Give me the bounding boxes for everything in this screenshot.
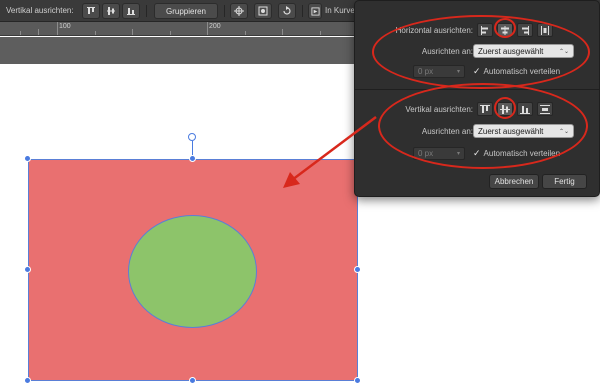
vertical-auto-distribute-checkbox[interactable]: ✓ Automatisch verteilen xyxy=(473,148,560,159)
resize-handle-top[interactable] xyxy=(189,155,196,162)
chevron-down-icon: ▾ xyxy=(456,69,460,75)
toolbar-separator xyxy=(302,5,303,17)
vertical-target-value: Zuerst ausgewählt xyxy=(478,126,544,136)
horizontal-spacing-value: 0 px xyxy=(418,67,434,76)
align-right-button[interactable] xyxy=(517,23,533,37)
group-button[interactable]: Gruppieren xyxy=(154,3,218,19)
vertical-align-label: Vertikal ausrichten: xyxy=(6,6,74,15)
vertical-target-label: Ausrichten an: xyxy=(421,127,473,136)
distribute-horizontal-icon xyxy=(541,25,549,35)
ruler-tick xyxy=(20,31,21,35)
horizontal-auto-distribute-label: Automatisch verteilen xyxy=(483,67,561,76)
horizontal-target-label: Ausrichten an: xyxy=(421,47,473,56)
align-center-button[interactable] xyxy=(497,23,513,37)
align-middle-button[interactable] xyxy=(102,3,120,19)
ruler-tick xyxy=(57,22,58,35)
panel-divider xyxy=(355,89,599,90)
checkmark-icon: ✓ xyxy=(473,148,481,158)
ruler-tick xyxy=(95,31,96,35)
align-top-button[interactable] xyxy=(82,3,100,19)
panel-align-middle-button[interactable] xyxy=(497,102,513,116)
align-right-icon xyxy=(522,25,529,35)
resize-handle-bottom-left[interactable] xyxy=(24,377,31,384)
transform-origin-button[interactable] xyxy=(230,3,248,19)
ruler-tick xyxy=(170,31,171,35)
rotate-button[interactable] xyxy=(278,3,296,19)
ruler-tick xyxy=(207,22,208,35)
align-bottom-button[interactable] xyxy=(122,3,140,19)
align-bottom-icon xyxy=(127,8,135,15)
align-center-icon xyxy=(501,25,509,35)
alignment-panel: Horizontal ausrichten: Ausrichten an: Zu… xyxy=(354,0,600,197)
align-bottom-icon xyxy=(520,105,530,114)
vertical-spacing-value: 0 px xyxy=(418,149,434,158)
chevron-updown-icon: ⌃⌄ xyxy=(558,48,569,55)
green-circle[interactable] xyxy=(128,215,257,328)
snapping-icon xyxy=(258,6,268,16)
distribute-vertical-button[interactable] xyxy=(537,102,553,116)
align-top-icon xyxy=(87,7,95,14)
resize-handle-bottom-right[interactable] xyxy=(354,377,361,384)
crosshair-icon xyxy=(234,6,244,16)
done-button[interactable]: Fertig xyxy=(542,174,587,189)
horizontal-align-label: Horizontal ausrichten: xyxy=(395,26,473,35)
resize-handle-bottom[interactable] xyxy=(189,377,196,384)
ruler-tick xyxy=(245,31,246,35)
ruler-tick xyxy=(320,31,321,35)
rotate-icon xyxy=(283,6,291,15)
ruler-tick xyxy=(38,29,39,35)
panel-align-top-button[interactable] xyxy=(477,102,493,116)
resize-handle-top-left[interactable] xyxy=(24,155,31,162)
chevron-down-icon: ▾ xyxy=(456,151,460,157)
vertical-target-select[interactable]: Zuerst ausgewählt ⌃⌄ xyxy=(473,124,574,138)
align-left-button[interactable] xyxy=(477,23,493,37)
panel-align-bottom-button[interactable] xyxy=(517,102,533,116)
horizontal-spacing-field[interactable]: 0 px ▾ xyxy=(413,65,465,78)
ruler-tick xyxy=(282,29,283,35)
toolbar-separator xyxy=(146,5,147,17)
vertical-auto-distribute-label: Automatisch verteilen xyxy=(483,149,561,158)
convert-to-curves-label: In Kurve xyxy=(325,6,355,15)
vertical-spacing-field[interactable]: 0 px ▾ xyxy=(413,147,465,160)
distribute-vertical-icon xyxy=(540,104,550,114)
checkmark-icon: ✓ xyxy=(473,66,481,76)
convert-to-curves-button[interactable] xyxy=(308,3,322,19)
ruler-tick xyxy=(132,29,133,35)
align-top-icon xyxy=(480,104,490,113)
distribute-horizontal-button[interactable] xyxy=(537,23,553,37)
resize-handle-right[interactable] xyxy=(354,266,361,273)
horizontal-target-select[interactable]: Zuerst ausgewählt ⌃⌄ xyxy=(473,44,574,58)
app-window: Vertikal ausrichten: Gruppieren In Kurve xyxy=(0,0,600,391)
chevron-updown-icon: ⌃⌄ xyxy=(558,128,569,135)
horizontal-target-value: Zuerst ausgewählt xyxy=(478,46,544,56)
vertical-align-label-panel: Vertikal ausrichten: xyxy=(405,105,473,114)
ruler-mark: 100 xyxy=(59,23,71,30)
convert-curve-icon xyxy=(310,6,320,16)
align-middle-icon xyxy=(107,7,115,15)
rotation-handle[interactable] xyxy=(188,133,196,141)
horizontal-auto-distribute-checkbox[interactable]: ✓ Automatisch verteilen xyxy=(473,66,560,77)
align-left-icon xyxy=(481,25,488,35)
resize-handle-left[interactable] xyxy=(24,266,31,273)
ruler-mark: 200 xyxy=(209,23,221,30)
snapping-button[interactable] xyxy=(254,3,272,19)
align-middle-icon xyxy=(500,104,510,114)
cancel-button[interactable]: Abbrechen xyxy=(489,174,539,189)
toolbar-separator xyxy=(224,5,225,17)
